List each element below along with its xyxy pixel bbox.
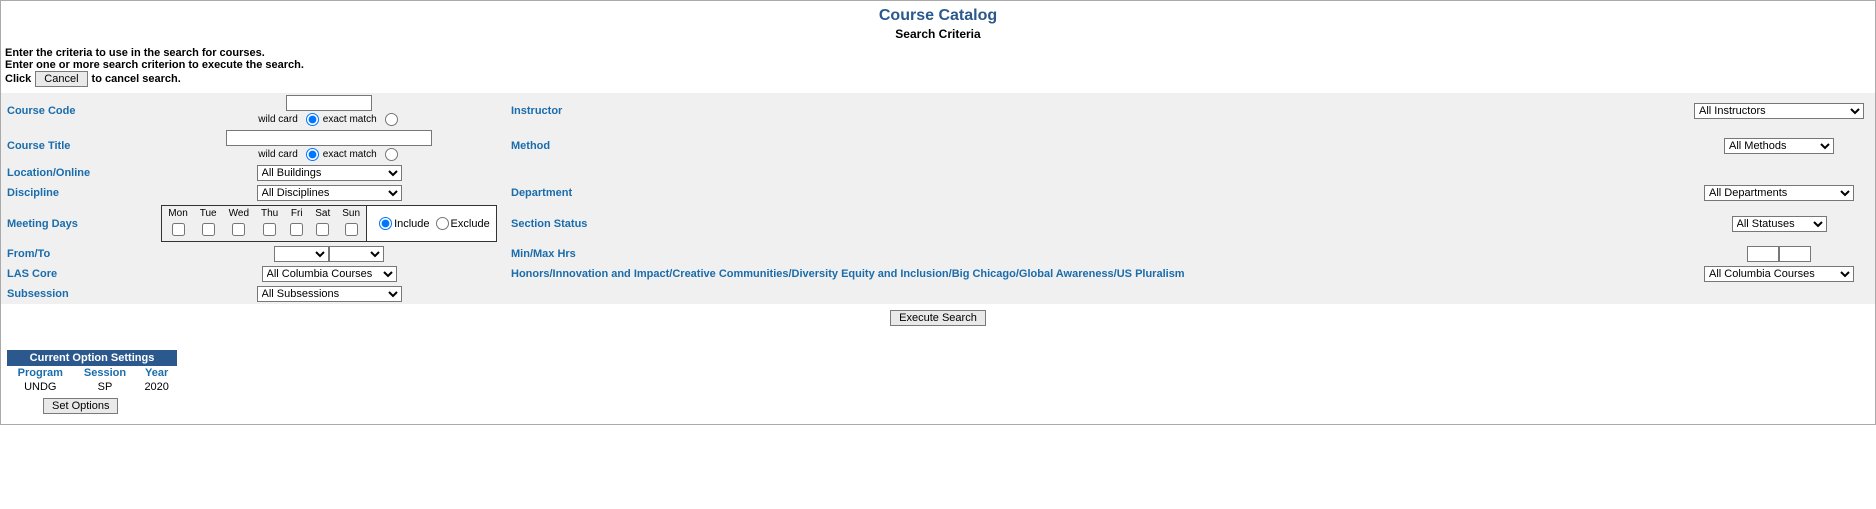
label-min-max-hrs: Min/Max Hrs xyxy=(505,244,1542,264)
course-title-input[interactable] xyxy=(226,130,432,146)
label-course-code: Course Code xyxy=(1,93,153,128)
course-title-exact-radio[interactable] xyxy=(385,148,398,161)
day-tue-label: Tue xyxy=(194,206,223,222)
honors-select[interactable]: All Columbia Courses xyxy=(1704,266,1854,282)
day-tue-checkbox[interactable] xyxy=(202,223,215,236)
day-mon-label: Mon xyxy=(162,206,194,222)
course-title-wildcard-radio[interactable] xyxy=(306,148,319,161)
label-instructor: Instructor xyxy=(505,93,1542,128)
course-code-input[interactable] xyxy=(286,95,372,111)
instructor-select[interactable]: All Instructors xyxy=(1694,103,1864,119)
method-select[interactable]: All Methods xyxy=(1724,138,1834,154)
label-method: Method xyxy=(505,128,1542,163)
day-sat-checkbox[interactable] xyxy=(316,223,329,236)
page-subtitle: Search Criteria xyxy=(1,27,1875,41)
option-year-value: 2020 xyxy=(136,380,177,394)
execute-search-button[interactable]: Execute Search xyxy=(890,310,986,326)
day-sun-label: Sun xyxy=(336,206,366,222)
day-fri-label: Fri xyxy=(284,206,309,222)
days-table: Mon Tue Wed Thu Fri Sat Sun xyxy=(161,205,367,242)
from-time-select[interactable] xyxy=(274,246,329,262)
label-department: Department xyxy=(505,183,1542,203)
days-exclude-radio[interactable] xyxy=(436,217,449,230)
label-exact-match-2: exact match xyxy=(323,149,377,160)
label-honors: Honors/Innovation and Impact/Creative Co… xyxy=(505,264,1683,284)
label-las-core: LAS Core xyxy=(1,264,153,284)
label-section-status: Section Status xyxy=(505,203,1542,244)
section-status-select[interactable]: All Statuses xyxy=(1732,216,1827,232)
label-subsession: Subsession xyxy=(1,284,153,304)
label-course-title: Course Title xyxy=(1,128,153,163)
day-wed-checkbox[interactable] xyxy=(232,223,245,236)
max-hrs-input[interactable] xyxy=(1779,246,1811,262)
option-caption: Current Option Settings xyxy=(7,350,177,366)
day-sat-label: Sat xyxy=(309,206,336,222)
option-program-value: UNDG xyxy=(7,380,74,394)
discipline-select[interactable]: All Disciplines xyxy=(257,185,402,201)
intro-line-2: Enter one or more search criterion to ex… xyxy=(5,59,1871,71)
label-from-to: From/To xyxy=(1,244,153,264)
department-select[interactable]: All Departments xyxy=(1704,185,1854,201)
label-include: Include xyxy=(394,218,429,230)
page-title: Course Catalog xyxy=(1,7,1875,25)
label-discipline: Discipline xyxy=(1,183,153,203)
to-time-select[interactable] xyxy=(329,246,384,262)
label-wild-card-2: wild card xyxy=(258,149,297,160)
label-location-online: Location/Online xyxy=(1,163,153,183)
course-code-wildcard-radio[interactable] xyxy=(306,113,319,126)
course-code-exact-radio[interactable] xyxy=(385,113,398,126)
cancel-button[interactable]: Cancel xyxy=(35,71,87,87)
option-program-header: Program xyxy=(7,366,74,380)
label-meeting-days: Meeting Days xyxy=(1,203,153,244)
set-options-button[interactable]: Set Options xyxy=(43,398,118,414)
intro-click-word: Click xyxy=(5,73,31,85)
intro-after-cancel: to cancel search. xyxy=(92,73,181,85)
label-exclude: Exclude xyxy=(451,218,490,230)
subsession-select[interactable]: All Subsessions xyxy=(257,286,402,302)
location-select[interactable]: All Buildings xyxy=(257,165,402,181)
las-core-select[interactable]: All Columbia Courses xyxy=(262,266,397,282)
label-exact-match: exact match xyxy=(323,114,377,125)
current-option-settings: Current Option Settings Program Session … xyxy=(7,350,177,394)
days-include-radio[interactable] xyxy=(379,217,392,230)
day-thu-label: Thu xyxy=(255,206,284,222)
day-mon-checkbox[interactable] xyxy=(172,223,185,236)
option-session-header: Session xyxy=(74,366,137,380)
day-thu-checkbox[interactable] xyxy=(263,223,276,236)
intro-line-1: Enter the criteria to use in the search … xyxy=(5,47,1871,59)
min-hrs-input[interactable] xyxy=(1747,246,1779,262)
option-year-header: Year xyxy=(136,366,177,380)
label-wild-card: wild card xyxy=(258,114,297,125)
day-fri-checkbox[interactable] xyxy=(290,223,303,236)
day-wed-label: Wed xyxy=(223,206,255,222)
option-session-value: SP xyxy=(74,380,137,394)
day-sun-checkbox[interactable] xyxy=(345,223,358,236)
